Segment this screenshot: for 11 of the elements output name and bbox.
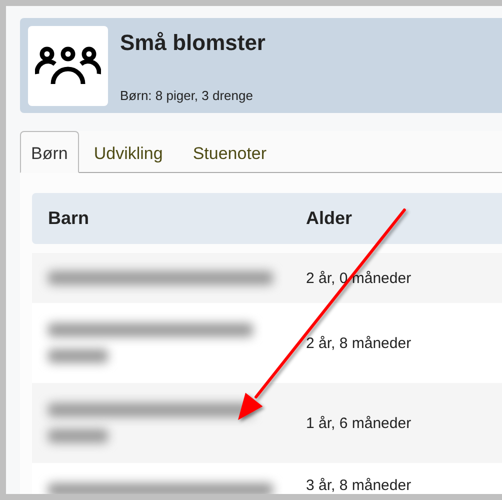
column-header: Alder — [306, 208, 352, 229]
tab[interactable]: Børn — [20, 131, 79, 173]
group-summary: Børn: 8 piger, 3 drenge — [120, 88, 254, 103]
table-cell: 1 år, 6 måneder — [306, 414, 412, 432]
table-cell-text: 3 år, 8 måneder — [306, 476, 412, 494]
table-cell: 2 år, 8 måneder — [306, 334, 412, 352]
tab[interactable]: Udvikling — [78, 131, 178, 173]
table-cell: 2 år, 0 måneder — [306, 270, 412, 286]
column-header: Barn — [47, 208, 90, 229]
group-title: Små blomster — [120, 30, 266, 56]
tab[interactable]: Stuenoter — [178, 131, 282, 173]
